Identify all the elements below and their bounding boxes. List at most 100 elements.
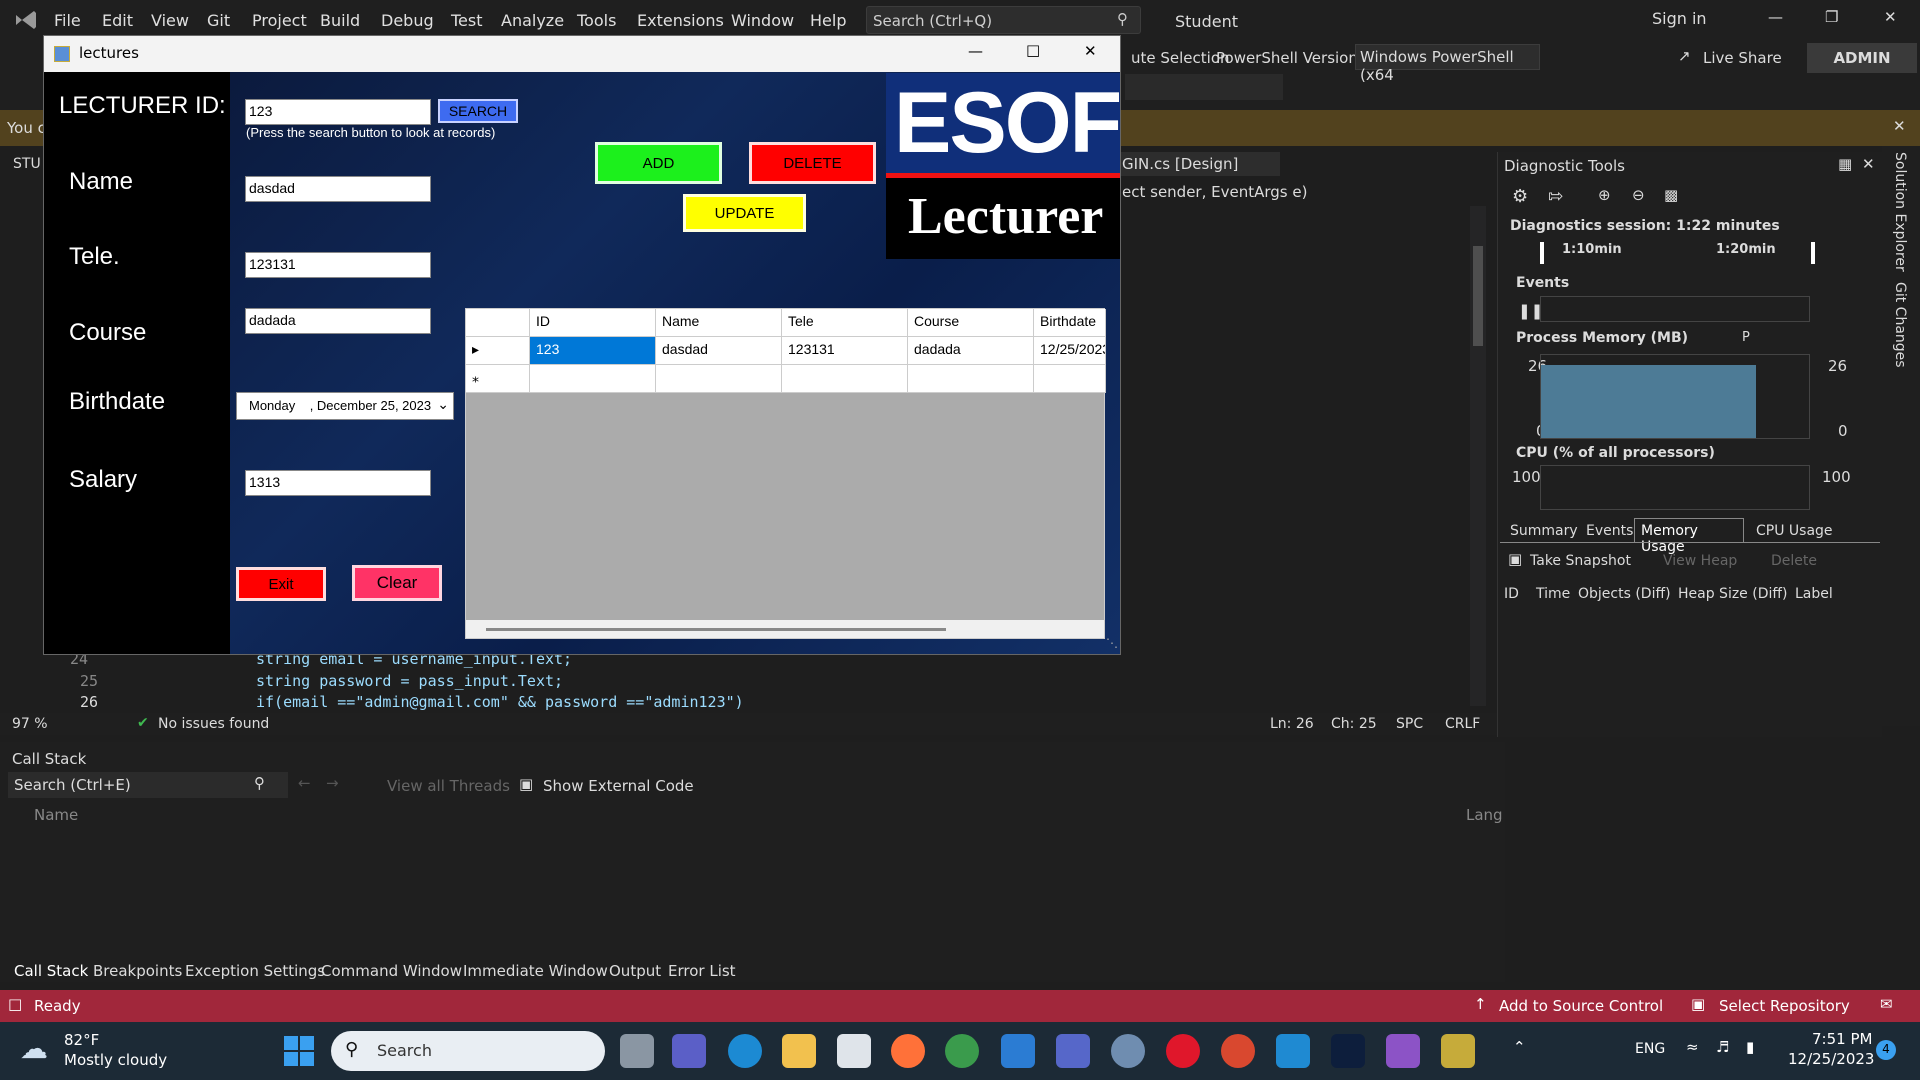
sign-in-link[interactable]: Sign in	[1652, 9, 1707, 28]
process-memory-header[interactable]: Process Memory (MB)	[1516, 330, 1688, 346]
info-close-icon[interactable]: ✕	[1893, 117, 1906, 135]
method-dropdown[interactable]: ect sender, EventArgs e)	[1120, 180, 1465, 204]
grid-header-course[interactable]: Course	[908, 309, 1034, 337]
grid-cell-name[interactable]: dasdad	[656, 337, 782, 365]
clear-button[interactable]: Clear	[352, 565, 442, 601]
records-grid[interactable]: ID Name Tele Course Birthdate ▸ 123 dasd…	[465, 308, 1106, 639]
ps-version-select[interactable]: Windows PowerShell (x64	[1355, 44, 1540, 84]
menu-window[interactable]: Window	[731, 11, 794, 30]
line-indicator[interactable]: Ln: 26	[1270, 716, 1314, 732]
delete-button[interactable]: DELETE	[749, 142, 876, 184]
menu-tools[interactable]: Tools	[577, 11, 616, 30]
chrome-profile-icon[interactable]	[1221, 1034, 1255, 1068]
tab-command-window[interactable]: Command Window	[321, 962, 462, 980]
left-tab[interactable]: STU	[13, 156, 41, 172]
cpu-header[interactable]: CPU (% of all processors)	[1516, 445, 1715, 461]
mail-icon[interactable]	[1001, 1034, 1035, 1068]
col-time[interactable]: Time	[1536, 586, 1570, 602]
tab-breakpoints[interactable]: Breakpoints	[93, 962, 182, 980]
tab-summary[interactable]: Summary	[1510, 523, 1578, 539]
tab-exception-settings[interactable]: Exception Settings	[185, 962, 325, 980]
taskbar-search[interactable]: ⚲ Search	[331, 1031, 605, 1071]
pin-icon[interactable]: ▦	[1838, 155, 1852, 173]
salary-input[interactable]: 1313	[245, 470, 431, 496]
vs-search-box[interactable]: Search (Ctrl+Q) ⚲	[866, 6, 1141, 34]
row-selector-icon[interactable]: ▸	[466, 337, 530, 365]
chevron-up-icon[interactable]: ⌃	[1513, 1038, 1526, 1056]
firefox-icon[interactable]	[891, 1034, 925, 1068]
resize-grip-icon[interactable]: ⋱	[1106, 636, 1118, 650]
toolbar-dropdown[interactable]	[1125, 74, 1283, 100]
menu-project[interactable]: Project	[252, 11, 307, 30]
chat-icon[interactable]	[672, 1034, 706, 1068]
new-row-cell[interactable]	[1034, 365, 1106, 393]
col-id[interactable]: ID	[1504, 586, 1519, 602]
globe-icon[interactable]	[1111, 1034, 1145, 1068]
panel-close-icon[interactable]: ✕	[1862, 155, 1875, 173]
notification-badge[interactable]: 4	[1876, 1040, 1896, 1060]
lectures-app-icon[interactable]	[1441, 1034, 1475, 1068]
issues-status[interactable]: No issues found	[158, 716, 269, 732]
clock-time[interactable]: 7:51 PM	[1812, 1030, 1872, 1048]
clock-date[interactable]: 12/25/2023	[1788, 1050, 1874, 1068]
col-objects[interactable]: Objects (Diff)	[1578, 586, 1671, 602]
volume-icon[interactable]: ♬	[1716, 1038, 1729, 1056]
menu-view[interactable]: View	[151, 11, 189, 30]
scroll-thumb[interactable]	[1473, 246, 1483, 346]
menu-test[interactable]: Test	[451, 11, 483, 30]
menu-build[interactable]: Build	[320, 11, 360, 30]
language-indicator[interactable]: ENG	[1635, 1041, 1665, 1057]
tele-input[interactable]: 123131	[245, 252, 431, 278]
name-input[interactable]: dasdad	[245, 176, 431, 202]
zoom-level[interactable]: 97 %	[12, 716, 48, 732]
update-button[interactable]: UPDATE	[683, 194, 806, 232]
grid-cell-course[interactable]: dadada	[908, 337, 1034, 365]
grid-header-tele[interactable]: Tele	[782, 309, 908, 337]
window-minimize-icon[interactable]: —	[968, 42, 983, 60]
live-share-button[interactable]: Live Share	[1703, 49, 1782, 67]
exit-button[interactable]: Exit	[236, 567, 326, 601]
new-row-cell[interactable]	[782, 365, 908, 393]
chevron-down-icon[interactable]: ⌄	[437, 396, 449, 413]
minimize-icon[interactable]: —	[1768, 8, 1783, 26]
grid-header-birthdate[interactable]: Birthdate	[1034, 309, 1106, 337]
new-row-cell[interactable]	[908, 365, 1034, 393]
export-icon[interactable]: ⇰	[1548, 186, 1563, 207]
menu-analyze[interactable]: Analyze	[501, 11, 564, 30]
col-label[interactable]: Label	[1795, 586, 1833, 602]
grid-cell-id[interactable]: 123	[530, 337, 656, 365]
close-icon[interactable]: ✕	[1884, 8, 1897, 26]
vscode-icon[interactable]	[1276, 1034, 1310, 1068]
show-external-code[interactable]: Show External Code	[543, 777, 694, 795]
zoom-out-icon[interactable]: ⊖	[1632, 186, 1645, 204]
grid-cell-birthdate[interactable]: 12/25/2023	[1034, 337, 1106, 365]
edge-icon[interactable]	[728, 1034, 762, 1068]
menu-file[interactable]: File	[54, 11, 81, 30]
grid-cell-tele[interactable]: 123131	[782, 337, 908, 365]
view-heap-button[interactable]: View Heap	[1663, 553, 1737, 569]
lecturer-id-input[interactable]: 123	[245, 99, 431, 125]
new-row-cell[interactable]	[530, 365, 656, 393]
notifications-icon[interactable]: ✉	[1880, 995, 1893, 1013]
solution-explorer-tab[interactable]: Solution Explorer	[1892, 152, 1908, 272]
zoom-in-icon[interactable]: ⊕	[1598, 186, 1611, 204]
tab-immediate-window[interactable]: Immediate Window	[463, 962, 608, 980]
col-heap-size[interactable]: Heap Size (Diff)	[1678, 586, 1787, 602]
vs-logo-icon[interactable]	[14, 9, 38, 31]
chrome-icon[interactable]	[945, 1034, 979, 1068]
wifi-icon[interactable]: ≈	[1686, 1038, 1699, 1056]
add-to-source-control[interactable]: Add to Source Control	[1499, 997, 1663, 1015]
take-snapshot-button[interactable]: Take Snapshot	[1530, 553, 1631, 569]
back-arrow-icon[interactable]: ←	[298, 774, 311, 792]
window-titlebar[interactable]: lectures — □ ✕	[44, 36, 1120, 72]
window-maximize-icon[interactable]: □	[1026, 41, 1040, 59]
task-view-icon[interactable]	[620, 1034, 654, 1068]
grid-header-id[interactable]: ID	[530, 309, 656, 337]
opera-icon[interactable]	[1166, 1034, 1200, 1068]
menu-edit[interactable]: Edit	[102, 11, 133, 30]
spc-indicator[interactable]: SPC	[1396, 716, 1423, 732]
search-button[interactable]: SEARCH	[438, 99, 518, 123]
photoshop-icon[interactable]	[1331, 1034, 1365, 1068]
new-row-cell[interactable]	[656, 365, 782, 393]
menu-extensions[interactable]: Extensions	[637, 11, 724, 30]
